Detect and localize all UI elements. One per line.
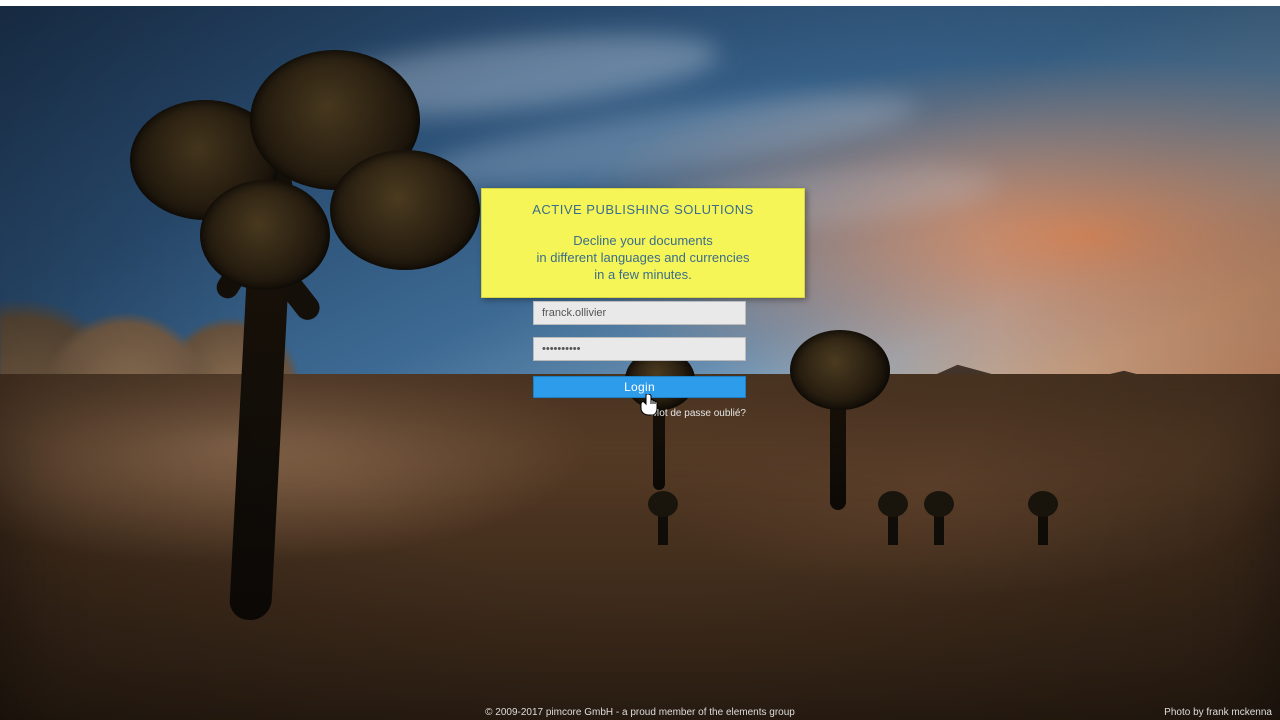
login-button[interactable]: Login — [533, 376, 746, 398]
password-input[interactable] — [533, 337, 746, 361]
username-input[interactable] — [533, 301, 746, 325]
forgot-password-link[interactable]: Mot de passe oublié? — [533, 408, 746, 419]
footer-copyright: © 2009-2017 pimcore GmbH - a proud membe… — [0, 707, 1280, 718]
login-form: Login Mot de passe oublié? — [533, 301, 746, 419]
promo-title: ACTIVE PUBLISHING SOLUTIONS — [492, 201, 794, 218]
promo-line-1: Decline your documents — [492, 232, 794, 249]
promo-banner: ACTIVE PUBLISHING SOLUTIONS Decline your… — [481, 188, 805, 298]
promo-line-2: in different languages and currencies — [492, 249, 794, 266]
promo-line-3: in a few minutes. — [492, 266, 794, 283]
footer-photo-credit: Photo by frank mckenna — [1164, 707, 1272, 718]
